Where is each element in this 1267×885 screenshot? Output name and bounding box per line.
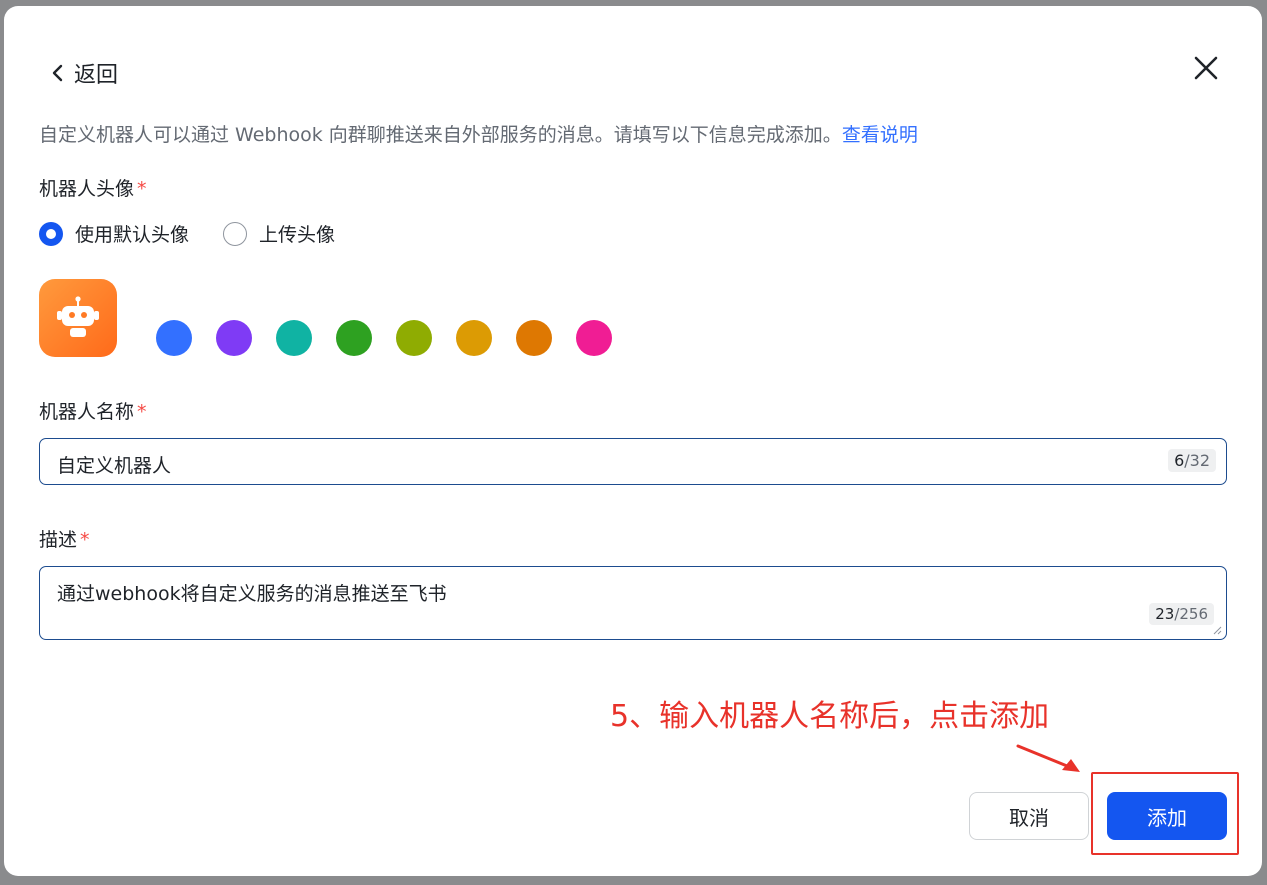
required-mark: *	[137, 178, 147, 200]
close-icon[interactable]	[1190, 52, 1222, 84]
name-label: 机器人名称 *	[39, 401, 147, 423]
description-value[interactable]: 通过webhook将自定义服务的消息推送至飞书	[57, 579, 447, 606]
color-swatch[interactable]	[276, 320, 312, 356]
view-docs-link[interactable]: 查看说明	[842, 124, 918, 146]
color-swatch[interactable]	[156, 320, 192, 356]
add-bot-dialog: 返回 自定义机器人可以通过 Webhook 向群聊推送来自外部服务的消息。请填写…	[4, 6, 1262, 876]
description-label: 描述 *	[39, 529, 90, 551]
intro-text: 自定义机器人可以通过 Webhook 向群聊推送来自外部服务的消息。请填写以下信…	[39, 124, 918, 146]
required-mark: *	[80, 529, 90, 551]
color-swatch[interactable]	[576, 320, 612, 356]
add-button[interactable]: 添加	[1107, 792, 1227, 840]
color-swatch[interactable]	[516, 320, 552, 356]
color-swatch[interactable]	[396, 320, 432, 356]
color-swatch[interactable]	[456, 320, 492, 356]
resize-handle-icon[interactable]	[1212, 625, 1222, 635]
char-counter: 23/256	[1149, 603, 1214, 625]
color-swatch[interactable]	[216, 320, 252, 356]
robot-icon	[57, 296, 99, 337]
avatar-label: 机器人头像 *	[39, 178, 147, 200]
radio-upload-avatar[interactable]: 上传头像	[223, 220, 335, 247]
bot-name-input[interactable]: 自定义机器人 6/32	[39, 438, 1227, 485]
cancel-button[interactable]: 取消	[969, 792, 1089, 840]
radio-checked-icon[interactable]	[39, 221, 63, 246]
avatar-preview	[39, 279, 117, 357]
bot-name-value[interactable]: 自定义机器人	[57, 451, 171, 478]
back-button[interactable]: 返回	[50, 58, 118, 88]
avatar-color-picker	[156, 320, 612, 356]
description-textarea[interactable]: 通过webhook将自定义服务的消息推送至飞书 23/256	[39, 566, 1227, 640]
char-counter: 6/32	[1168, 449, 1216, 472]
annotation-arrow-icon	[1016, 744, 1080, 772]
chevron-left-icon	[52, 64, 63, 82]
avatar-radio-group: 使用默认头像 上传头像	[39, 220, 335, 247]
radio-unchecked-icon[interactable]	[223, 221, 248, 246]
radio-default-avatar[interactable]: 使用默认头像	[39, 220, 189, 247]
required-mark: *	[137, 401, 147, 423]
color-swatch[interactable]	[336, 320, 372, 356]
tutorial-annotation: 5、输入机器人名称后，点击添加	[610, 699, 1050, 734]
back-label: 返回	[74, 63, 119, 88]
